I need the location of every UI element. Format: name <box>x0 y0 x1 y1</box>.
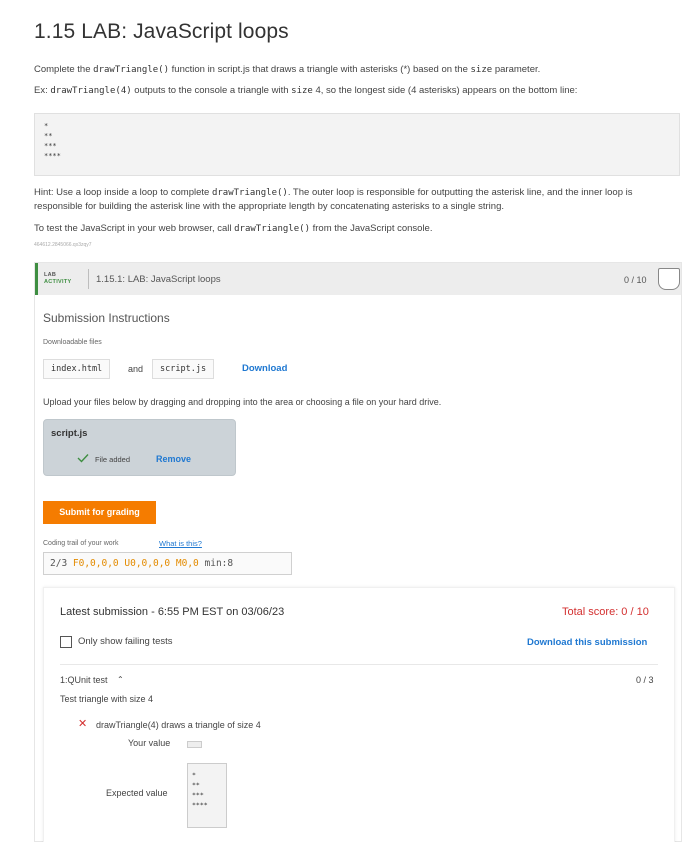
expected-value-label: Expected value <box>106 788 168 798</box>
only-failing-label[interactable]: Only show failing tests <box>78 636 173 647</box>
score-badge-icon <box>658 268 680 290</box>
submit-for-grading-button[interactable]: Submit for grading <box>43 501 156 524</box>
download-link[interactable]: Download <box>242 363 287 374</box>
test-title-toggle[interactable]: 1:QUnit test <box>60 675 108 685</box>
activity-score: 0 / 10 <box>624 275 647 285</box>
uploaded-file-name: script.js <box>51 428 88 439</box>
instructions-paragraph: Complete the drawTriangle() function in … <box>34 64 541 75</box>
lab-activity-panel: LAB ACTIVITY 1.15.1: LAB: JavaScript loo… <box>34 262 682 842</box>
your-value-box <box>187 741 202 748</box>
only-failing-checkbox[interactable] <box>60 636 72 648</box>
remove-file-link[interactable]: Remove <box>156 454 191 464</box>
file-chip-index-html: index.html <box>43 359 111 379</box>
activity-header: LAB ACTIVITY 1.15.1: LAB: JavaScript loo… <box>35 263 681 295</box>
check-icon <box>77 454 89 463</box>
test-score: 0 / 3 <box>636 675 654 685</box>
test-description: Test triangle with size 4 <box>60 694 154 704</box>
fail-x-icon: ✕ <box>78 718 88 730</box>
content-id: 464612.2845066.qx3zqy7 <box>34 242 92 248</box>
your-value-label: Your value <box>128 738 171 748</box>
submission-instructions-heading: Submission Instructions <box>43 311 170 325</box>
chevron-up-icon[interactable]: ⌃ <box>117 675 124 684</box>
example-output-block: * ** *** **** <box>34 113 680 176</box>
test-instructions-paragraph: To test the JavaScript in your web brows… <box>34 223 433 234</box>
file-added-status: File added <box>95 455 131 464</box>
expected-value-box: * ** *** **** <box>187 763 227 828</box>
download-submission-link[interactable]: Download this submission <box>527 637 647 648</box>
coding-trail-label: Coding trail of your work <box>43 540 119 547</box>
downloadable-files-label: Downloadable files <box>43 339 102 346</box>
activity-title: 1.15.1: LAB: JavaScript loops <box>96 274 221 285</box>
and-text: and <box>128 364 144 374</box>
hint-paragraph: Hint: Use a loop inside a loop to comple… <box>34 187 633 212</box>
page-title: 1.15 LAB: JavaScript loops <box>34 20 289 43</box>
file-chip-script-js: script.js <box>152 359 215 379</box>
example-paragraph: Ex: drawTriangle(4) outputs to the conso… <box>34 85 578 96</box>
uploaded-file-card[interactable]: script.js File added Remove <box>43 419 236 476</box>
submission-results-panel: Latest submission - 6:55 PM EST on 03/06… <box>43 587 675 842</box>
lab-activity-tag: LAB ACTIVITY <box>44 272 72 285</box>
what-is-this-link[interactable]: What is this? <box>159 539 202 548</box>
upload-instructions: Upload your files below by dragging and … <box>43 397 442 407</box>
header-divider <box>88 269 89 289</box>
coding-trail-box: 2/3 F0,0,0,0 U0,0,0,0 M0,0 min:8 <box>43 552 292 575</box>
latest-submission-label: Latest submission - 6:55 PM EST on 03/06… <box>60 606 285 618</box>
failed-test-description: drawTriangle(4) draws a triangle of size… <box>96 720 261 730</box>
divider <box>60 664 658 665</box>
total-score: Total score: 0 / 10 <box>562 606 649 618</box>
